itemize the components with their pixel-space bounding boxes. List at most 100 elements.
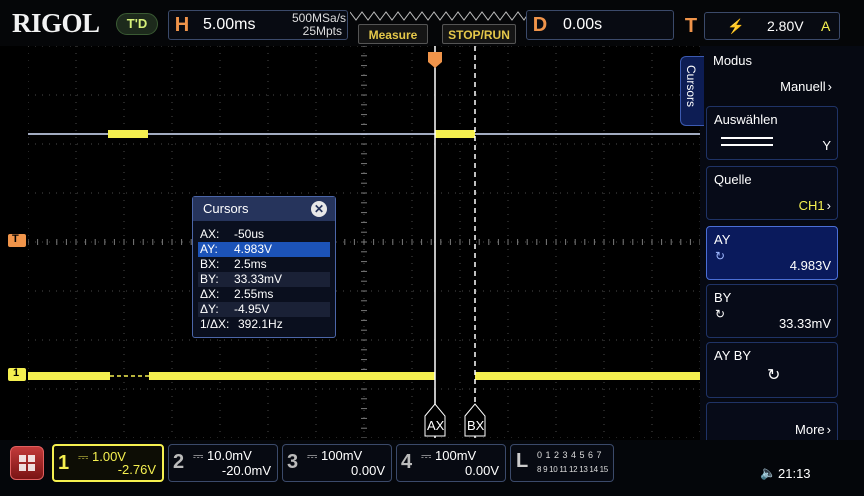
channel-2-box[interactable]: 2 ⎓ 10.0mV -20.0mV [168,444,278,482]
menu-item-value: Y [822,138,831,153]
ch1-offset-marker-label: 1 [13,367,20,379]
cursor-readout-title: Cursors [203,201,249,216]
logic-analyzer-letter: L [516,450,529,472]
channel-scale: ⎓ 10.0mV [193,448,252,463]
grid-menu-icon [19,455,35,471]
logic-channels-row-2: 8 9 10 11 12 13 14 15 [537,465,608,474]
menu-item-title: Modus [713,53,753,68]
trigger-edge-icon: ⚡ [727,18,745,34]
logic-analyzer-box[interactable]: L 0 1 2 3 4 5 6 7 8 9 10 11 12 13 14 15 [510,444,614,482]
channel-scale: ⎓ 100mV [421,448,477,463]
stop-run-button[interactable]: STOP/RUN [442,24,516,44]
cursor-bx-label[interactable]: BX [467,418,484,433]
menu-item-source[interactable]: Quelle CH1 › [706,166,838,220]
logic-channels-row-1: 0 1 2 3 4 5 6 7 [537,450,603,460]
measure-button[interactable]: Measure [358,24,428,44]
menu-item-ay[interactable]: AY ↻ 4.983V [706,226,838,280]
channel-scale-value: 100mV [321,448,363,463]
channel-number: 4 [401,451,413,473]
cursor-readout-row: ΔX: 2.55ms [198,287,330,302]
channel-scale-value: 100mV [435,448,477,463]
home-menu-button[interactable] [10,446,44,480]
speaker-icon[interactable]: 🔈 [760,465,776,481]
readout-value: -4.95V [234,302,270,316]
menu-item-value-text: More [795,422,825,437]
channel-offset: 0.00V [351,463,385,478]
readout-value: 4.983V [234,242,273,256]
readout-key: 1/ΔX: [200,317,230,331]
chevron-right-icon: › [826,198,831,213]
readout-value: -50us [234,227,265,241]
menu-item-mode[interactable]: Modus Manuell › [706,48,838,100]
brand-logo: RIGOL [12,8,100,38]
ch1-trace-low-segment [149,372,435,380]
channel-offset: -20.0mV [221,463,271,478]
menu-item-by[interactable]: BY ↻ 33.33mV [706,284,838,338]
readout-key: ΔY: [200,302,219,316]
ch1-trace-low-segment [28,372,110,380]
rotary-knob-icon: ↻ [715,307,726,321]
channel-3-box[interactable]: 3 ⎓ 100mV 0.00V [282,444,392,482]
timebase-value: 5.00ms [203,16,256,33]
top-status-bar: RIGOL T'D H 5.00ms 500MSa/s 25Mpts Measu… [0,0,864,46]
delay-value: 0.00s [563,16,603,33]
cursor-readout-window[interactable]: Cursors ✕ AX: -50us AY: 4.983V BX: 2.5ms BY… [192,196,336,338]
menu-item-title: BY [714,290,732,305]
channel-number: 3 [287,451,299,473]
cursor-readout-row: BY: 33.33mV [198,272,330,287]
menu-item-value: 4.983V [789,258,831,273]
menu-item-value: 33.33mV [778,316,831,331]
menu-item-ay-by[interactable]: AY BY ↻ [706,342,838,398]
cursor-readout-header[interactable]: Cursors ✕ [193,197,335,221]
ch1-offset-marker[interactable]: 1 [8,367,26,381]
menu-item-title: AY BY [714,348,752,363]
ch1-trace-high-segment [108,130,148,138]
menu-tab-cursors[interactable]: Cursors [680,56,704,126]
trigger-level-marker-label: T [12,233,19,245]
trigger-letter[interactable]: T [680,12,702,40]
chevron-right-icon: › [827,79,832,94]
trigger-level-marker[interactable]: T [8,233,26,247]
cursor-readout-row: 1/ΔX: 392.1Hz [198,317,330,332]
readout-key: ΔX: [200,287,220,301]
waveform-overview-icon [350,11,528,21]
readout-key: BY: [200,272,219,286]
memory-depth: 25Mpts [302,24,342,38]
ch1-trace-high-segment [435,130,475,138]
menu-item-select[interactable]: Auswählen Y [706,106,838,160]
menu-tab-label: Cursors [684,65,698,108]
readout-value: 392.1Hz [238,317,283,331]
delay-box[interactable]: D 0.00s [526,10,674,40]
readout-value: 2.55ms [234,287,274,301]
horizontal-letter: H [174,14,190,36]
channel-offset: 0.00V [465,463,499,478]
channel-scale-value: 10.0mV [207,448,252,463]
trigger-position-marker [428,52,442,68]
cursor-readout-row: BX: 2.5ms [198,257,330,272]
ch1-trace-low-segment [475,372,700,380]
menu-item-value: More › [795,422,831,437]
trigger-settings-box[interactable]: ⚡ 2.80V A [704,12,840,40]
menu-item-title: AY [714,232,731,247]
menu-item-value-text: Manuell [780,79,826,94]
cursor-readout-row: AX: -50us [198,227,330,242]
waveform-display[interactable] [28,46,700,438]
channel-1-box[interactable]: 1 ⎓ 1.00V -2.76V [52,444,164,482]
delay-letter: D [532,14,548,36]
channel-offset: -2.76V [117,462,156,477]
trigger-status-badge: T'D [116,13,158,35]
cursor-readout-row: AY: 4.983V [198,242,330,257]
trigger-mode: A [821,18,831,34]
chevron-right-icon: › [826,422,831,437]
cursor-ax-label[interactable]: AX [427,418,444,433]
menu-item-value-text: CH1 [798,198,825,213]
channel-number: 2 [173,451,185,473]
close-icon[interactable]: ✕ [311,201,327,217]
menu-item-value: CH1 › [799,198,831,213]
menu-item-value: Manuell › [780,79,832,94]
readout-key: AX: [200,227,220,241]
readout-value: 2.5ms [234,257,267,271]
cursor-readout-row: ΔY: -4.95V [198,302,330,317]
rotate-icon: ↻ [767,367,781,384]
channel-4-box[interactable]: 4 ⎓ 100mV 0.00V [396,444,506,482]
